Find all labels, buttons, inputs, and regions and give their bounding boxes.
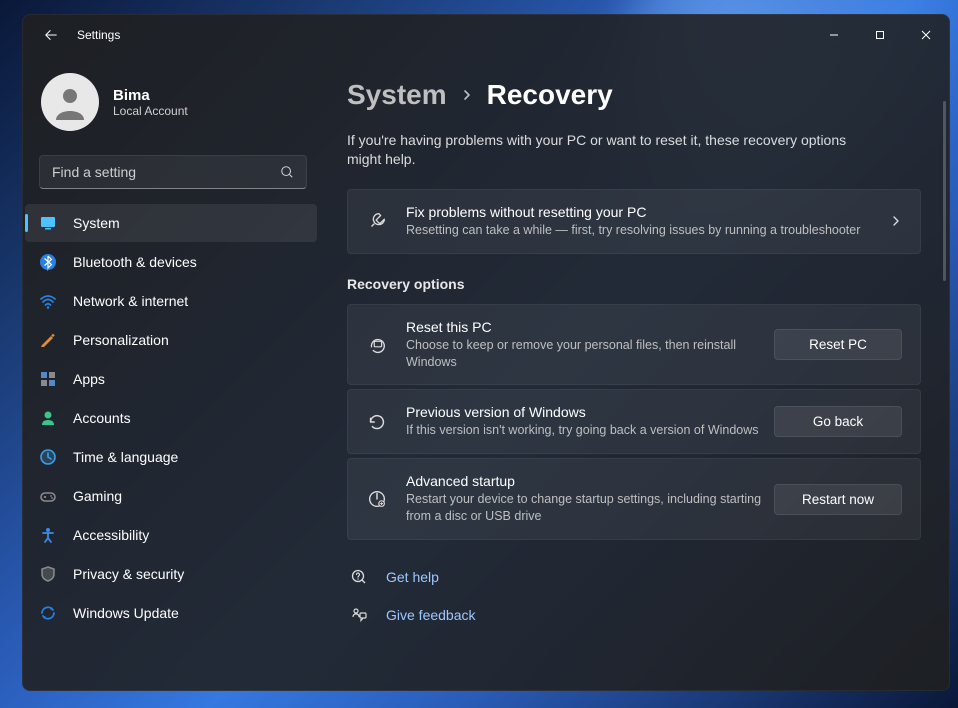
get-help-icon xyxy=(350,568,368,586)
sidebar-item-personalization[interactable]: Personalization xyxy=(25,321,317,359)
sidebar-item-label: Gaming xyxy=(73,488,122,504)
sidebar-item-label: Accessibility xyxy=(73,527,149,543)
network-internet-icon xyxy=(39,292,57,310)
recovery-card: Reset this PC Choose to keep or remove yo… xyxy=(347,304,921,386)
profile-subtitle: Local Account xyxy=(113,104,188,118)
card-title: Reset this PC xyxy=(406,319,762,335)
accessibility-icon xyxy=(39,526,57,544)
sidebar-item-label: Bluetooth & devices xyxy=(73,254,197,270)
breadcrumb: System Recovery xyxy=(347,79,921,111)
restart-now-button[interactable]: Restart now xyxy=(774,484,902,515)
chevron-right-icon xyxy=(890,215,902,227)
sidebar-item-label: Personalization xyxy=(73,332,169,348)
go-back-button[interactable]: Go back xyxy=(774,406,902,437)
link-label: Get help xyxy=(386,569,439,585)
caption-buttons xyxy=(811,20,949,50)
link-label: Give feedback xyxy=(386,607,476,623)
sidebar-item-accessibility[interactable]: Accessibility xyxy=(25,516,317,554)
chevron-right-icon xyxy=(461,89,473,101)
content-pane: System Recovery If you're having problem… xyxy=(323,55,949,690)
apps-icon xyxy=(39,370,57,388)
arrow-left-icon xyxy=(44,28,58,42)
card-subtitle: Resetting can take a while — first, try … xyxy=(406,222,878,239)
sidebar-item-apps[interactable]: Apps xyxy=(25,360,317,398)
recovery-card: Previous version of Windows If this versi… xyxy=(347,389,921,454)
accounts-icon xyxy=(39,409,57,427)
avatar xyxy=(41,73,99,131)
sidebar: Bima Local Account System Bluetooth & dev… xyxy=(23,55,323,690)
card-subtitle: Choose to keep or remove your personal f… xyxy=(406,337,762,371)
reset-pc-button[interactable]: Reset PC xyxy=(774,329,902,360)
search-input[interactable] xyxy=(52,164,280,180)
give-feedback-icon xyxy=(350,606,368,624)
back-button[interactable] xyxy=(31,15,71,55)
sidebar-item-accounts[interactable]: Accounts xyxy=(25,399,317,437)
sidebar-item-system[interactable]: System xyxy=(25,204,317,242)
sidebar-item-bluetooth-devices[interactable]: Bluetooth & devices xyxy=(25,243,317,281)
time-language-icon xyxy=(39,448,57,466)
sidebar-item-gaming[interactable]: Gaming xyxy=(25,477,317,515)
scrollbar-thumb[interactable] xyxy=(943,101,946,281)
windows-update-icon xyxy=(39,604,57,622)
sidebar-item-windows-update[interactable]: Windows Update xyxy=(25,594,317,632)
titlebar: Settings xyxy=(23,15,949,55)
troubleshoot-card[interactable]: Fix problems without resetting your PC R… xyxy=(347,189,921,254)
sidebar-item-label: Windows Update xyxy=(73,605,179,621)
gaming-icon xyxy=(39,487,57,505)
card-title: Fix problems without resetting your PC xyxy=(406,204,878,220)
profile-name: Bima xyxy=(113,87,188,104)
section-label: Recovery options xyxy=(347,276,921,292)
settings-window: Settings Bima xyxy=(22,14,950,691)
get-help-link[interactable]: Get help xyxy=(347,558,921,596)
sidebar-item-privacy-security[interactable]: Privacy & security xyxy=(25,555,317,593)
give-feedback-link[interactable]: Give feedback xyxy=(347,596,921,634)
minimize-button[interactable] xyxy=(811,20,857,50)
profile-block[interactable]: Bima Local Account xyxy=(23,63,323,149)
card-title: Previous version of Windows xyxy=(406,404,762,420)
bluetooth-devices-icon xyxy=(39,253,57,271)
sidebar-item-time-language[interactable]: Time & language xyxy=(25,438,317,476)
recovery-card-icon xyxy=(366,411,388,433)
maximize-icon xyxy=(875,30,885,40)
sidebar-item-label: System xyxy=(73,215,120,231)
privacy-security-icon xyxy=(39,565,57,583)
troubleshoot-icon xyxy=(366,210,388,232)
sidebar-item-label: Privacy & security xyxy=(73,566,184,582)
personalization-icon xyxy=(39,331,57,349)
sidebar-item-label: Apps xyxy=(73,371,105,387)
user-icon xyxy=(50,82,90,122)
sidebar-item-label: Time & language xyxy=(73,449,178,465)
sidebar-item-label: Network & internet xyxy=(73,293,188,309)
breadcrumb-current: Recovery xyxy=(487,79,613,111)
sidebar-item-label: Accounts xyxy=(73,410,131,426)
system-icon xyxy=(39,214,57,232)
search-icon xyxy=(280,165,294,179)
card-title: Advanced startup xyxy=(406,473,762,489)
scrollbar[interactable] xyxy=(943,55,947,690)
card-subtitle: If this version isn't working, try going… xyxy=(406,422,762,439)
close-icon xyxy=(921,30,931,40)
sidebar-item-network-internet[interactable]: Network & internet xyxy=(25,282,317,320)
recovery-card-icon xyxy=(366,334,388,356)
close-button[interactable] xyxy=(903,20,949,50)
recovery-card: Advanced startup Restart your device to c… xyxy=(347,458,921,540)
recovery-card-icon xyxy=(366,488,388,510)
maximize-button[interactable] xyxy=(857,20,903,50)
window-title: Settings xyxy=(77,28,120,42)
nav-list: System Bluetooth & devices Network & inter… xyxy=(23,203,323,633)
search-box[interactable] xyxy=(39,155,307,189)
minimize-icon xyxy=(829,30,839,40)
breadcrumb-parent[interactable]: System xyxy=(347,79,447,111)
page-description: If you're having problems with your PC o… xyxy=(347,131,857,169)
card-subtitle: Restart your device to change startup se… xyxy=(406,491,762,525)
